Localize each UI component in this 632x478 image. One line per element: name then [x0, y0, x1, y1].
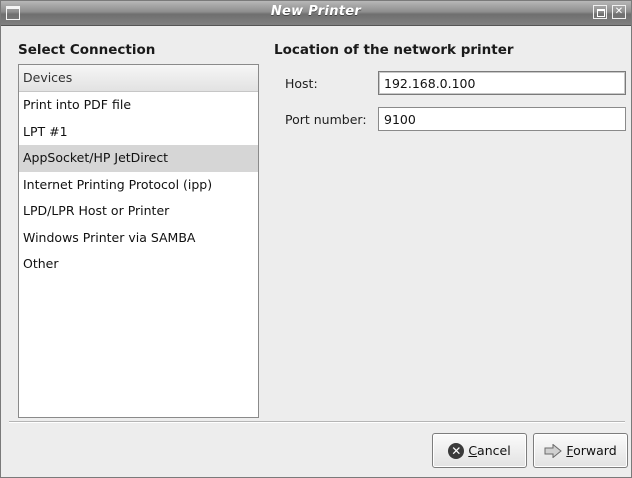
title-bar[interactable]: New Printer ✕	[1, 1, 631, 26]
forward-button[interactable]: Forward	[533, 433, 628, 468]
forward-arrow-icon	[544, 442, 563, 459]
list-item-lpt1[interactable]: LPT #1	[19, 119, 258, 146]
list-item-samba[interactable]: Windows Printer via SAMBA	[19, 225, 258, 252]
close-icon[interactable]: ✕	[612, 5, 626, 19]
maximize-icon[interactable]	[593, 5, 607, 19]
cancel-label: Cancel	[468, 443, 510, 458]
cancel-mnemonic: C	[468, 443, 478, 458]
port-label: Port number:	[285, 112, 367, 127]
cancel-button[interactable]: ✕ Cancel	[432, 433, 527, 468]
list-header-devices[interactable]: Devices	[19, 65, 258, 92]
list-item-appsocket[interactable]: AppSocket/HP JetDirect	[19, 145, 258, 172]
host-input[interactable]	[378, 71, 626, 95]
cancel-label-rest: ancel	[477, 443, 511, 458]
connection-list[interactable]: Devices Print into PDF file LPT #1 AppSo…	[18, 64, 259, 418]
list-item-other[interactable]: Other	[19, 251, 258, 278]
list-item-ipp[interactable]: Internet Printing Protocol (ipp)	[19, 172, 258, 199]
new-printer-window: New Printer ✕ Select Connection Location…	[0, 0, 632, 478]
forward-label-rest: orward	[573, 443, 617, 458]
network-location-heading: Location of the network printer	[274, 42, 514, 58]
port-input[interactable]	[378, 107, 626, 131]
button-separator	[9, 421, 625, 423]
host-label: Host:	[285, 76, 318, 91]
forward-label: Forward	[566, 443, 616, 458]
cancel-icon: ✕	[448, 442, 465, 459]
list-item-lpd[interactable]: LPD/LPR Host or Printer	[19, 198, 258, 225]
window-title: New Printer	[270, 4, 362, 19]
list-item-pdf[interactable]: Print into PDF file	[19, 92, 258, 119]
select-connection-heading: Select Connection	[18, 42, 156, 58]
